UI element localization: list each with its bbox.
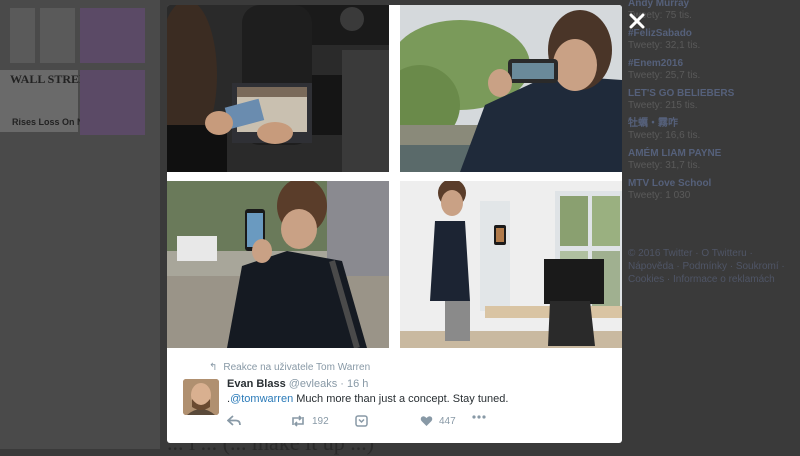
tweet-mention-link[interactable]: @tomwarren xyxy=(230,393,293,405)
tweet-text: .@tomwarren Much more than just a concep… xyxy=(227,393,508,405)
trend-item[interactable]: 牡蠣・霧咋 Tweety: 16,6 tis. xyxy=(628,118,800,142)
trend-count: Tweety: 1 030 xyxy=(628,190,691,201)
trends-list: Andy Murray Tweety: 75 tis. #FelizSabado… xyxy=(628,0,800,208)
trend-item[interactable]: #FelizSabado Tweety: 32,1 tis. xyxy=(628,28,800,52)
tweet-text-body: Much more than just a concept. Stay tune… xyxy=(293,393,509,405)
close-icon[interactable] xyxy=(628,12,646,30)
reply-arrow-icon: ↰ xyxy=(209,362,218,373)
background-thumbnail xyxy=(40,8,75,63)
background-thumbnail xyxy=(80,70,145,135)
tweet-timestamp[interactable]: · 16 h xyxy=(340,378,368,390)
share-icon xyxy=(355,415,368,427)
reply-button[interactable] xyxy=(227,415,241,427)
tweet-photo-3[interactable] xyxy=(167,181,389,348)
tweet-header: Evan Blass @evleaks · 16 h xyxy=(227,378,368,390)
trend-item[interactable]: MTV Love School Tweety: 1 030 xyxy=(628,178,800,202)
trend-name[interactable]: #FelizSabado xyxy=(628,28,800,40)
trend-count: Tweety: 16,6 tis. xyxy=(628,130,701,141)
tweet-photo-2[interactable] xyxy=(400,5,622,172)
trend-item[interactable]: LET'S GO BELIEBERS Tweety: 215 tis. xyxy=(628,88,800,112)
trend-item[interactable]: Andy Murray Tweety: 75 tis. xyxy=(628,0,800,22)
like-button[interactable]: 447 xyxy=(420,415,456,427)
tweet-author-handle[interactable]: @evleaks xyxy=(289,378,337,390)
trend-count: Tweety: 32,1 tis. xyxy=(628,40,701,51)
trend-name[interactable]: MTV Love School xyxy=(628,178,800,190)
tweet-actions: 192 447 xyxy=(227,415,607,431)
trend-item[interactable]: #Enem2016 Tweety: 25,7 tis. xyxy=(628,58,800,82)
background-thumbnail xyxy=(80,8,145,63)
trend-name[interactable]: #Enem2016 xyxy=(628,58,800,70)
more-button[interactable] xyxy=(472,415,486,419)
more-dots-icon xyxy=(472,415,486,419)
trend-name[interactable]: Andy Murray xyxy=(628,0,800,10)
trend-name[interactable]: LET'S GO BELIEBERS xyxy=(628,88,800,100)
trend-count: Tweety: 215 tis. xyxy=(628,100,698,111)
retweet-button[interactable]: 192 xyxy=(290,415,329,427)
retweet-count: 192 xyxy=(312,415,329,427)
media-modal: ↰ Reakce na uživatele Tom Warren Evan Bla… xyxy=(167,5,622,443)
close-button[interactable] xyxy=(628,12,646,30)
share-button[interactable] xyxy=(355,415,368,427)
tweet-author-name[interactable]: Evan Blass xyxy=(227,378,286,390)
reply-icon xyxy=(227,415,241,426)
heart-icon xyxy=(420,416,433,426)
tweet-photo-1[interactable] xyxy=(167,5,389,172)
trend-count: Tweety: 31,7 tis. xyxy=(628,160,701,171)
trend-count: Tweety: 25,7 tis. xyxy=(628,70,701,81)
footer-links[interactable]: © 2016 Twitter · O Twitteru · Nápověda ·… xyxy=(628,247,798,286)
trend-item[interactable]: AMÉM LIAM PAYNE Tweety: 31,7 tis. xyxy=(628,148,800,172)
like-count: 447 xyxy=(439,415,456,427)
trend-count: Tweety: 75 tis. xyxy=(628,10,692,21)
background-thumbnail xyxy=(10,8,35,63)
trend-name[interactable]: 牡蠣・霧咋 xyxy=(628,118,800,130)
trend-name[interactable]: AMÉM LIAM PAYNE xyxy=(628,148,800,160)
tweet-photo-4[interactable] xyxy=(400,181,622,348)
reply-context-label[interactable]: Reakce na uživatele Tom Warren xyxy=(223,362,370,373)
background-page-left: WALL STREET JOU Rises Loss On New xyxy=(0,0,160,449)
reply-context[interactable]: ↰ Reakce na uživatele Tom Warren xyxy=(209,362,370,373)
avatar[interactable] xyxy=(183,379,219,415)
retweet-icon xyxy=(292,415,304,427)
